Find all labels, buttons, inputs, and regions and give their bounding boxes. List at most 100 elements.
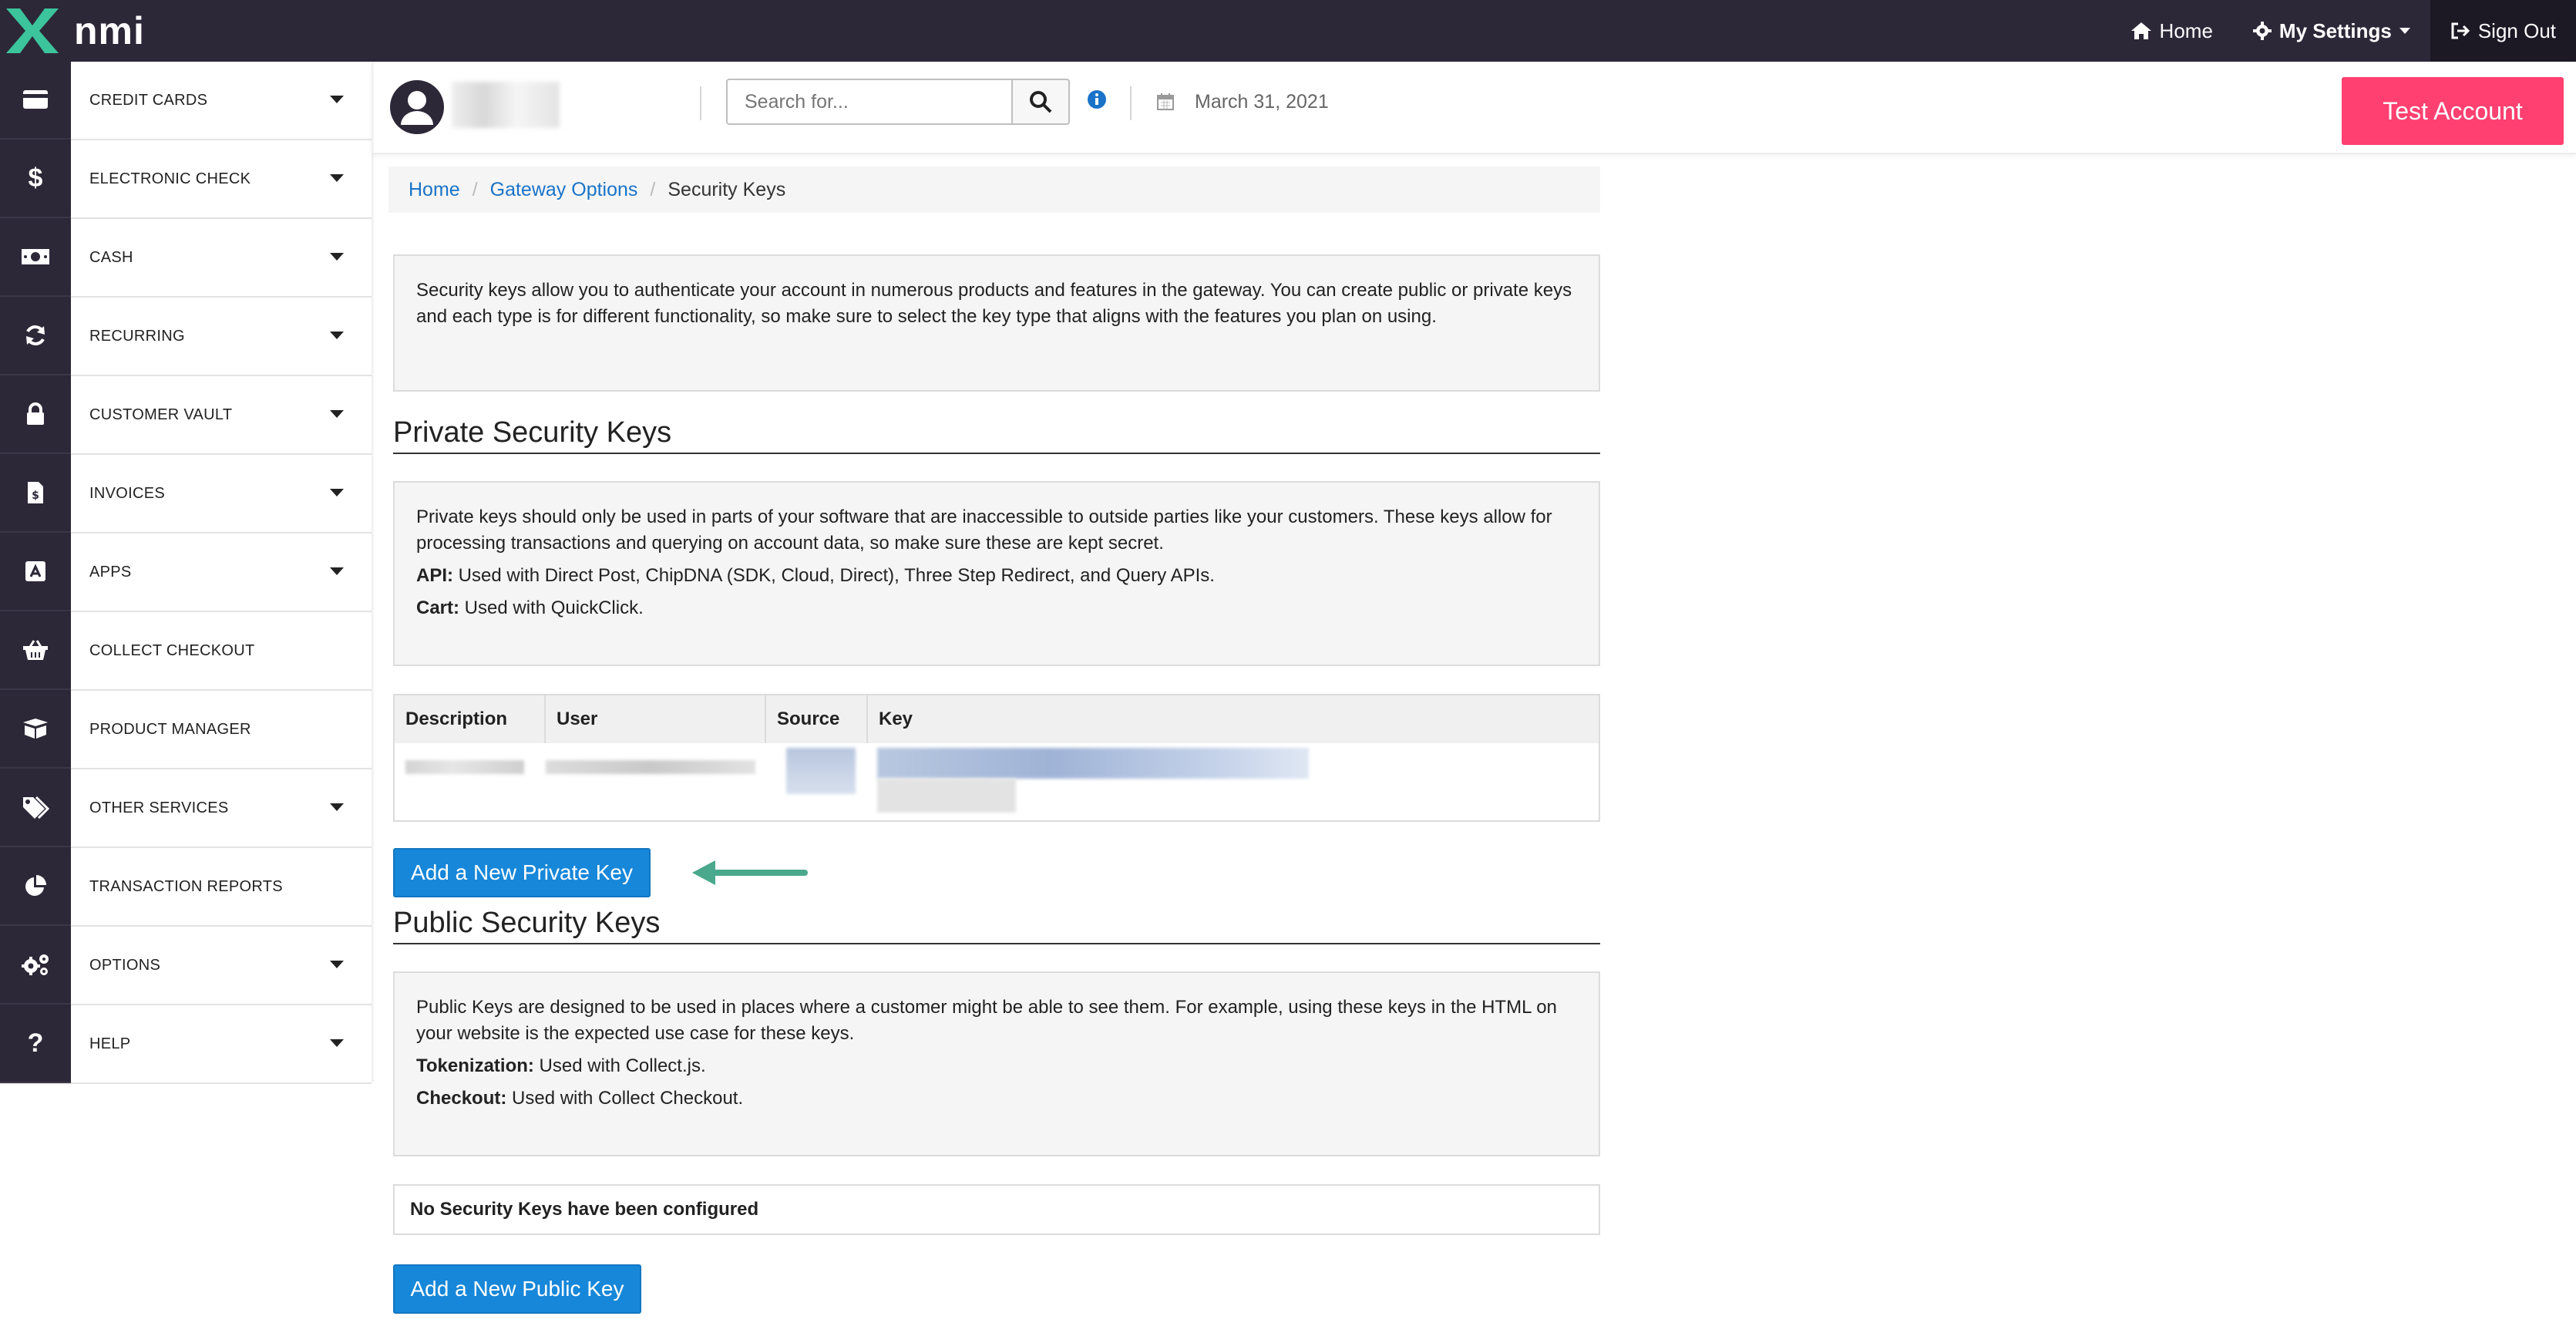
private-keys-description: Private keys should only be used in part… — [416, 507, 1552, 554]
tokenization-text: Used with Collect.js. — [533, 1055, 706, 1076]
add-public-key-button[interactable]: Add a New Public Key — [393, 1264, 641, 1314]
sidebar-item-credit-cards[interactable]: CREDIT CARDS — [0, 61, 372, 140]
caret-down-icon — [330, 567, 344, 575]
public-keys-info-panel: Public Keys are designed to be used in p… — [393, 971, 1600, 1156]
header-bar: March 31, 2021 Test Account — [372, 62, 2576, 154]
top-nav: Home My Settings Sign Out — [2110, 0, 2576, 62]
sidebar-item-electronic-check[interactable]: $ ELECTRONIC CHECK — [0, 140, 372, 219]
checkout-usage-line: Checkout: Used with Collect Checkout. — [416, 1086, 1577, 1112]
pie-chart-icon — [0, 847, 71, 926]
test-account-button[interactable]: Test Account — [2342, 77, 2564, 145]
private-keys-info-panel: Private keys should only be used in part… — [393, 481, 1600, 666]
sign-out-label: Sign Out — [2477, 19, 2556, 42]
breadcrumb-gateway-options-link[interactable]: Gateway Options — [490, 179, 638, 201]
redacted-user — [546, 760, 755, 774]
api-label: API: — [416, 565, 453, 586]
sidebar-item-product-manager[interactable]: PRODUCT MANAGER — [0, 690, 372, 769]
tokenization-usage-line: Tokenization: Used with Collect.js. — [416, 1053, 1577, 1079]
sidebar-item-label: CASH — [89, 248, 133, 266]
column-header-source[interactable]: Source — [766, 695, 868, 743]
gear-icon — [2252, 22, 2272, 40]
sidebar-item-customer-vault[interactable]: CUSTOMER VAULT — [0, 375, 372, 455]
sidebar-item-options[interactable]: OPTIONS — [0, 926, 372, 1005]
nmi-logo[interactable]: nmi — [3, 3, 145, 59]
redacted-key — [877, 748, 1309, 779]
chevron-down-icon — [2399, 28, 2410, 34]
sidebar-item-recurring[interactable]: RECURRING — [0, 297, 372, 376]
intro-text: Security keys allow you to authenticate … — [416, 280, 1572, 327]
column-header-key[interactable]: Key — [868, 695, 1599, 743]
caret-down-icon — [330, 410, 344, 418]
caret-down-icon — [330, 174, 344, 182]
sidebar-item-label: RECURRING — [89, 327, 185, 345]
redacted-description — [405, 760, 524, 774]
top-bar: nmi Home My Settings Sign Out — [0, 0, 2576, 62]
intro-panel: Security keys allow you to authenticate … — [393, 254, 1600, 392]
cart-usage-line: Cart: Used with QuickClick. — [416, 595, 1577, 621]
gears-icon — [0, 926, 71, 1005]
add-private-key-button[interactable]: Add a New Private Key — [393, 848, 651, 897]
sidebar-item-transaction-reports[interactable]: TRANSACTION REPORTS — [0, 847, 372, 927]
sidebar-item-help[interactable]: ? HELP — [0, 1005, 372, 1084]
sidebar-item-label: PRODUCT MANAGER — [89, 720, 251, 738]
breadcrumb-separator: / — [472, 178, 478, 200]
sidebar-item-label: ELECTRONIC CHECK — [89, 170, 251, 187]
my-settings-label: My Settings — [2278, 19, 2392, 42]
redacted-key-line2 — [877, 779, 1016, 813]
brand-name: nmi — [74, 9, 145, 52]
search-input[interactable] — [726, 79, 1013, 125]
api-usage-line: API: Used with Direct Post, ChipDNA (SDK… — [416, 563, 1577, 589]
sidebar-item-label: CUSTOMER VAULT — [89, 406, 233, 423]
sidebar-item-label: COLLECT CHECKOUT — [89, 641, 255, 659]
sign-out-icon — [2451, 22, 2470, 39]
api-text: Used with Direct Post, ChipDNA (SDK, Clo… — [453, 565, 1215, 586]
my-settings-menu[interactable]: My Settings — [2233, 0, 2430, 62]
column-header-user[interactable]: User — [546, 695, 766, 743]
column-header-description[interactable]: Description — [395, 695, 546, 743]
refresh-icon — [0, 297, 71, 375]
arrow-left-icon — [692, 860, 808, 885]
caret-down-icon — [330, 489, 344, 496]
divider — [1130, 86, 1132, 120]
sidebar-item-other-services[interactable]: OTHER SERVICES — [0, 769, 372, 848]
sidebar-item-invoices[interactable]: $ INVOICES — [0, 454, 372, 533]
table-row[interactable] — [395, 743, 1599, 820]
breadcrumb-home-link[interactable]: Home — [409, 179, 460, 201]
caret-down-icon — [330, 96, 344, 103]
tokenization-label: Tokenization: — [416, 1055, 534, 1076]
sidebar-item-label: TRANSACTION REPORTS — [89, 877, 283, 895]
public-keys-title: Public Security Keys — [393, 907, 1600, 944]
sidebar-shadow — [372, 62, 375, 1082]
tags-icon — [0, 769, 71, 847]
sidebar-item-label: INVOICES — [89, 484, 165, 502]
checkout-label: Checkout: — [416, 1088, 507, 1109]
sidebar-item-cash[interactable]: CASH — [0, 218, 372, 298]
avatar[interactable] — [390, 80, 444, 134]
search-button[interactable] — [1011, 79, 1070, 125]
caret-down-icon — [330, 332, 344, 339]
cart-text: Used with QuickClick. — [459, 597, 644, 618]
divider — [700, 86, 701, 120]
caret-down-icon — [330, 1039, 344, 1047]
cash-icon — [0, 218, 71, 297]
caret-down-icon — [330, 961, 344, 968]
info-icon[interactable] — [1087, 89, 1107, 113]
lock-icon — [0, 375, 71, 454]
checkout-text: Used with Collect Checkout. — [506, 1088, 744, 1109]
sidebar-item-apps[interactable]: APPS — [0, 533, 372, 612]
sidebar-item-label: APPS — [89, 563, 132, 581]
private-keys-title: Private Security Keys — [393, 416, 1600, 454]
sign-out-link[interactable]: Sign Out — [2430, 0, 2576, 62]
svg-text:$: $ — [32, 490, 39, 502]
basket-icon — [0, 611, 71, 690]
cart-label: Cart: — [416, 597, 460, 618]
sidebar: CREDIT CARDS $ ELECTRONIC CHECK CASH REC… — [0, 61, 372, 1084]
breadcrumb-current: Security Keys — [668, 178, 786, 200]
breadcrumb-separator: / — [650, 178, 656, 200]
dollar-icon: $ — [0, 140, 71, 218]
nmi-logo-mark-icon — [6, 8, 59, 53]
home-link[interactable]: Home — [2110, 0, 2233, 62]
private-keys-table: Description User Source Key — [393, 694, 1600, 822]
sidebar-item-collect-checkout[interactable]: COLLECT CHECKOUT — [0, 611, 372, 691]
sidebar-item-label: HELP — [89, 1035, 131, 1052]
